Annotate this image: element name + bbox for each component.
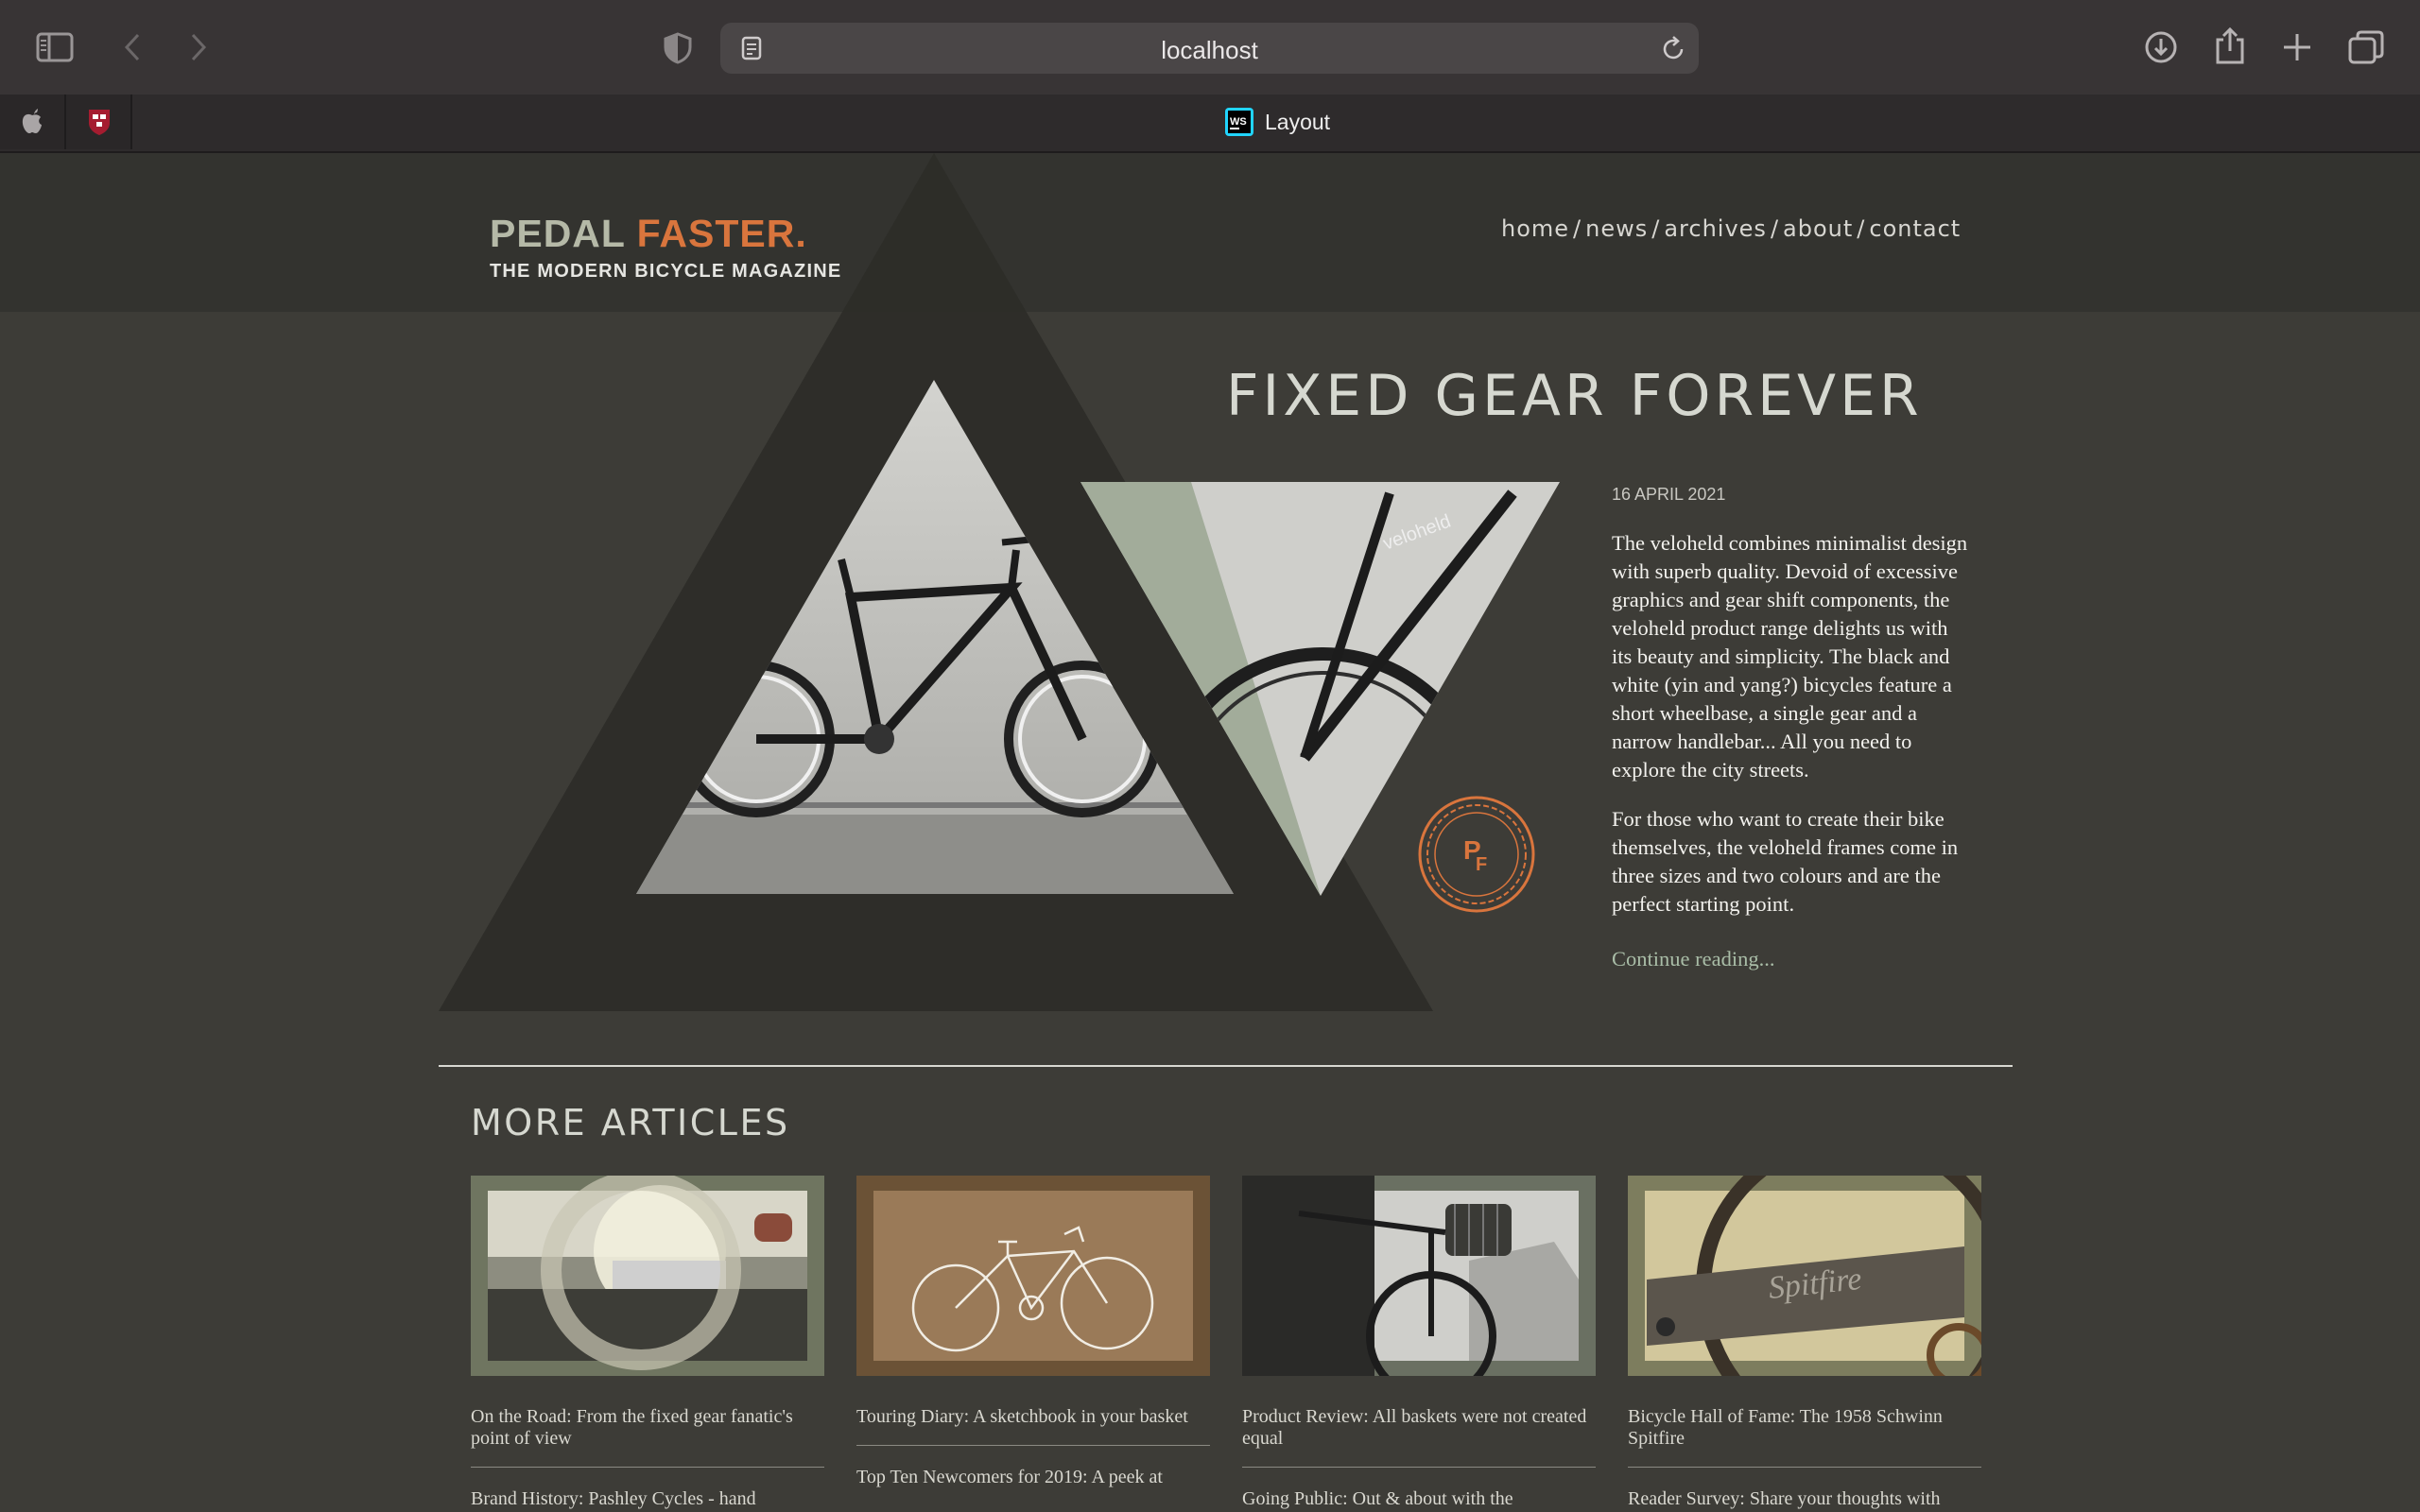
download-icon[interactable] xyxy=(2144,30,2178,69)
site-logo[interactable]: PEDAL FASTER. xyxy=(490,212,807,256)
article-card[interactable]: On the Road: From the fixed gear fanatic… xyxy=(471,1176,824,1510)
article-title[interactable]: Touring Diary: A sketchbook in your bask… xyxy=(856,1406,1210,1428)
pf-badge-f: F xyxy=(1476,854,1488,875)
feature-body: The veloheld combines minimalist design … xyxy=(1612,529,1971,939)
new-tab-icon[interactable] xyxy=(2282,32,2312,67)
article-title[interactable]: On the Road: From the fixed gear fanatic… xyxy=(471,1406,824,1450)
hero-graphic: veloheld xyxy=(439,153,1560,1011)
apple-icon xyxy=(21,108,43,139)
article-title[interactable]: Product Review: All baskets were not cre… xyxy=(1242,1406,1596,1450)
pinned-tab-harvard[interactable] xyxy=(66,94,132,149)
nav-news[interactable]: news xyxy=(1585,215,1648,242)
logo-word-pedal: PEDAL xyxy=(490,212,626,255)
card-divider xyxy=(856,1445,1210,1446)
back-icon[interactable] xyxy=(121,32,144,67)
tab-bar: WS Layout xyxy=(0,94,2420,153)
article-thumbnail-road[interactable] xyxy=(471,1176,824,1376)
section-divider xyxy=(439,1065,2013,1067)
address-bar[interactable]: localhost xyxy=(720,23,1699,74)
feature-paragraph: For those who want to create their bike … xyxy=(1612,807,1959,916)
nav-archives[interactable]: archives xyxy=(1664,215,1767,242)
feature-title[interactable]: FIXED GEAR FOREVER xyxy=(1226,363,1923,429)
article-card[interactable]: Product Review: All baskets were not cre… xyxy=(1242,1176,1596,1510)
privacy-shield-icon[interactable] xyxy=(664,32,692,69)
article-thumbnail-sketch[interactable] xyxy=(856,1176,1210,1376)
browser-toolbar: localhost xyxy=(0,0,2420,94)
continue-reading-link[interactable]: Continue reading... xyxy=(1612,947,1774,971)
card-divider xyxy=(1628,1467,1981,1468)
article-card[interactable]: Touring Diary: A sketchbook in your bask… xyxy=(856,1176,1210,1488)
web-page: veloheld P F PEDAL FASTER. THE MODERN BI… xyxy=(0,153,2420,1512)
share-icon[interactable] xyxy=(2214,26,2246,69)
forward-icon[interactable] xyxy=(187,32,210,67)
nav-separator: / xyxy=(1651,215,1661,242)
main-nav: home / news / archives / about / contact xyxy=(1501,215,1961,242)
nav-separator: / xyxy=(1770,215,1780,242)
article-thumbnail-basket[interactable] xyxy=(1242,1176,1596,1376)
harvard-shield-icon xyxy=(87,108,112,141)
tab-overview-icon[interactable] xyxy=(2348,30,2384,69)
active-tab-title[interactable]: Layout xyxy=(1265,110,1330,135)
card-divider xyxy=(471,1467,824,1468)
nav-separator: / xyxy=(1857,215,1866,242)
active-tab-favicon: WS xyxy=(1225,108,1253,136)
feature-paragraph: The veloheld combines minimalist design … xyxy=(1612,531,1968,782)
nav-contact[interactable]: contact xyxy=(1869,215,1961,242)
article-card[interactable]: Spitfire Bicycle Hall of Fame: The 1958 … xyxy=(1628,1176,1981,1510)
article-title[interactable]: Going Public: Out & about with the xyxy=(1242,1488,1596,1510)
logo-word-faster: FASTER. xyxy=(636,212,807,255)
reload-icon[interactable] xyxy=(1662,36,1686,67)
nav-home[interactable]: home xyxy=(1501,215,1569,242)
article-thumbnail-spitfire[interactable]: Spitfire xyxy=(1628,1176,1981,1376)
sidebar-toggle-icon[interactable] xyxy=(36,32,74,67)
article-title[interactable]: Brand History: Pashley Cycles - hand xyxy=(471,1488,824,1510)
pinned-tab-apple[interactable] xyxy=(0,94,66,149)
url-text[interactable]: localhost xyxy=(720,36,1699,65)
article-title[interactable]: Top Ten Newcomers for 2019: A peek at xyxy=(856,1467,1210,1488)
feature-date: 16 APRIL 2021 xyxy=(1612,485,1726,504)
nav-about[interactable]: about xyxy=(1783,215,1853,242)
svg-text:WS: WS xyxy=(1230,116,1247,128)
article-title[interactable]: Reader Survey: Share your thoughts with xyxy=(1628,1488,1981,1510)
article-title[interactable]: Bicycle Hall of Fame: The 1958 Schwinn S… xyxy=(1628,1406,1981,1450)
more-articles-heading: MORE ARTICLES xyxy=(471,1102,790,1143)
card-divider xyxy=(1242,1467,1596,1468)
site-tagline: THE MODERN BICYCLE MAGAZINE xyxy=(490,261,842,282)
nav-separator: / xyxy=(1573,215,1582,242)
